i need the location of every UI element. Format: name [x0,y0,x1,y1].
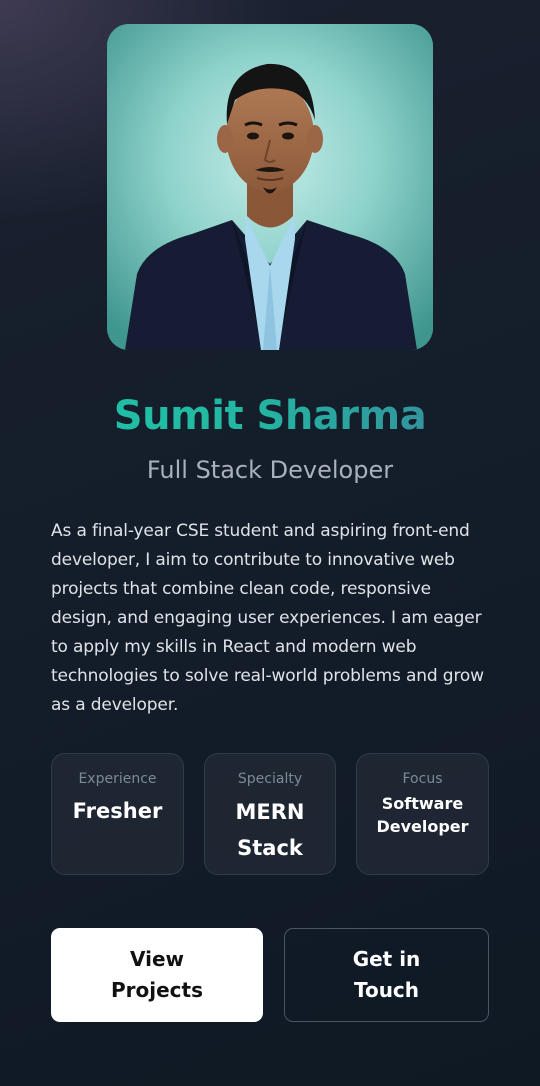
stat-value: Software Developer [376,794,469,836]
stat-value: MERN Stack [235,800,305,860]
stats-cards: Experience Fresher Specialty MERN Stack … [51,753,489,877]
view-projects-button[interactable]: View Projects [51,928,263,1022]
get-in-touch-label: Get in Touch [352,947,421,1002]
stat-label: Experience [78,771,157,787]
stat-card-focus: Focus Software Developer [356,753,489,875]
portfolio-hero: Sumit Sharma Full Stack Developer As a f… [0,0,540,1086]
stat-label: Focus [402,771,443,787]
stat-card-specialty: Specialty MERN Stack [204,753,336,875]
profile-role: Full Stack Developer [146,456,394,484]
get-in-touch-button[interactable]: Get in Touch [284,928,489,1022]
stat-card-experience: Experience Fresher [51,753,184,875]
profile-bio: As a final-year CSE student and aspiring… [51,521,484,715]
profile-name: Sumit Sharma [0,388,540,444]
profile-photo [107,24,433,350]
view-projects-label: View Projects [110,947,203,1002]
stat-value: Fresher [72,799,163,823]
stat-label: Specialty [237,771,303,787]
